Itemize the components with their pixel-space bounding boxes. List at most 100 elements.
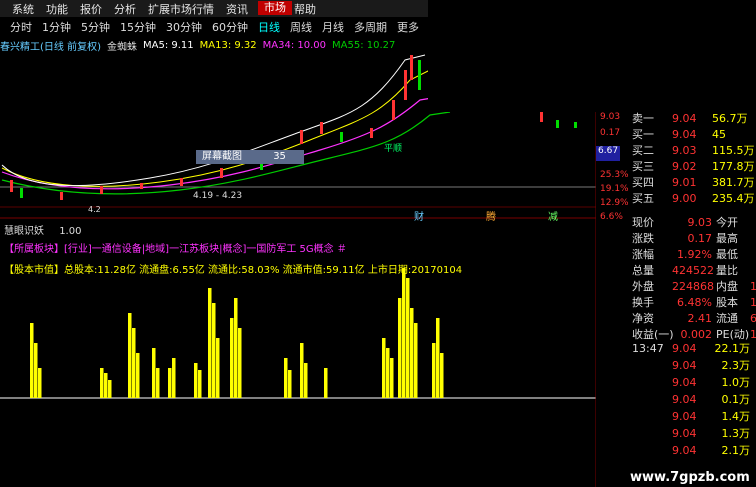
quote-key-2: 今开 — [716, 216, 738, 229]
tick-row-4: 9.041.4万B — [632, 408, 756, 423]
event-marker-reduce[interactable]: 减 — [548, 208, 558, 223]
ob-volume: 115.5万 — [712, 144, 755, 157]
ob-label: 买二 — [632, 144, 654, 157]
period-intraday[interactable]: 分时 — [10, 19, 32, 35]
event-marker-finance[interactable]: 财 — [414, 208, 424, 223]
screenshot-label-box: 屏幕截图 35 — [196, 150, 304, 164]
menu-function[interactable]: 功能 — [46, 1, 68, 17]
signal-bar-32 — [410, 308, 414, 398]
signal-bar-14 — [198, 370, 202, 398]
quote-row-2: 涨幅 1.92% 最低 — [632, 246, 750, 261]
signal-bar-3 — [100, 368, 104, 398]
signal-bar-19 — [234, 298, 238, 398]
quote-value: 1.92% — [677, 248, 712, 261]
tick-price: 9.04 — [672, 410, 697, 423]
screenshot-label: 屏幕截图 — [202, 151, 242, 162]
axis-pct-4: 6.6% — [600, 212, 623, 222]
tick-row-2: 9.041.0万B — [632, 374, 756, 389]
menu-extended-market[interactable]: 扩展市场行情 — [148, 1, 214, 17]
ob-price: 9.04 — [672, 112, 697, 125]
signal-bar-24 — [304, 363, 308, 398]
signal-bar-12 — [172, 358, 176, 398]
tick-row-6: 9.042.1万B — [632, 442, 756, 457]
ob-price: 9.02 — [672, 160, 697, 173]
ob-price: 9.03 — [672, 144, 697, 157]
ma13-line — [1, 69, 431, 187]
ob-volume: 177.8万 — [712, 160, 755, 173]
ob-label: 买五 — [632, 192, 654, 205]
quote-key: 涨跌 — [632, 232, 654, 245]
orderbook-row-5: 买五 9.00 235.4万 — [632, 190, 755, 205]
menu-system[interactable]: 系统 — [12, 1, 34, 17]
ma5-value: MA5: 9.11 — [142, 39, 194, 51]
quote-key-2: 流通 — [716, 312, 738, 325]
quote-key-2: 最低 — [716, 248, 738, 261]
price-range-label: 4.19 - 4.23 — [193, 191, 243, 201]
signal-bar-2 — [38, 368, 42, 398]
tick-volume: 22.1万 — [714, 342, 751, 355]
tick-volume: 2.3万 — [721, 359, 751, 372]
period-weekly[interactable]: 周线 — [290, 19, 312, 35]
ma-legend: 春兴精工(日线 前复权) 金蜘蛛 MA5: 9.11 MA13: 9.32 MA… — [0, 38, 401, 53]
axis-0-17: 0.17 — [600, 128, 621, 138]
tick-price: 9.04 — [672, 444, 697, 457]
orderbook-row-0: 卖一 9.04 56.7万 — [632, 110, 748, 125]
menu-quote[interactable]: 报价 — [80, 1, 102, 17]
period-monthly[interactable]: 月线 — [322, 19, 344, 35]
ob-volume: 235.4万 — [712, 192, 755, 205]
indicator-value: 1.00 — [59, 226, 82, 237]
axis-9-03: 9.03 — [600, 112, 621, 122]
tick-volume: 1.4万 — [721, 410, 751, 423]
signal-bar-28 — [390, 358, 394, 398]
quote-value-2: 6.55 — [750, 312, 756, 325]
signal-bar-0 — [30, 323, 34, 398]
market-tab[interactable]: 市场 — [258, 1, 292, 15]
quote-row-1: 涨跌 0.17 最高 — [632, 230, 750, 245]
signal-bar-25 — [324, 368, 328, 398]
menu-analysis[interactable]: 分析 — [114, 1, 136, 17]
menu-news[interactable]: 资讯 — [226, 1, 248, 17]
axis-pct-1: 25.3% — [600, 170, 629, 180]
watermark: www.7gpzb.com — [630, 470, 750, 485]
tick-row-5: 9.041.3万B — [632, 425, 756, 440]
quote-row-3: 总量 424522 量比 — [632, 262, 750, 277]
signal-bar-4 — [104, 373, 108, 398]
quote-value: 224868 — [672, 280, 714, 293]
screenshot-value: 35 — [273, 151, 286, 162]
period-more-button[interactable]: 更多 — [397, 19, 419, 35]
signal-bar-30 — [402, 268, 406, 398]
quote-value: 6.48% — [677, 296, 712, 309]
period-30min[interactable]: 30分钟 — [166, 19, 202, 35]
period-1min[interactable]: 1分钟 — [42, 19, 71, 35]
quote-panel: 9.03 0.17 6.67 25.3% 19.1% 12.9% 6.6% 卖一… — [596, 112, 756, 487]
signal-bar-18 — [230, 318, 234, 398]
indicator-label[interactable]: 慧眼识妖 — [4, 226, 44, 237]
tick-price: 9.04 — [672, 376, 697, 389]
capital-info: 【股本市值】总股本:11.28亿 流通盘:6.55亿 流通比:58.03% 流通… — [4, 265, 463, 276]
axis-current: 6.67 — [596, 146, 621, 161]
indicator-name[interactable]: 金蜘蛛 — [107, 38, 137, 53]
tick-volume: 2.1万 — [721, 444, 751, 457]
quote-value: 9.03 — [687, 216, 713, 229]
signal-label: 平顺 — [384, 144, 403, 154]
ob-label: 买四 — [632, 176, 654, 189]
signal-bar-13 — [194, 363, 198, 398]
ob-price: 9.04 — [672, 128, 697, 141]
tick-price: 9.04 — [672, 427, 697, 440]
signal-bar-11 — [168, 368, 172, 398]
period-5min[interactable]: 5分钟 — [81, 19, 110, 35]
period-daily[interactable]: 日线 — [258, 19, 280, 35]
quote-key-2: 内盘 — [716, 280, 738, 293]
menu-help[interactable]: 帮助 — [294, 1, 316, 17]
ma55-value: MA55: 10.27 — [332, 39, 396, 51]
ma34-value: MA34: 10.00 — [262, 39, 327, 51]
tick-volume: 1.3万 — [721, 427, 751, 440]
ob-volume: 56.7万 — [712, 112, 748, 125]
quote-key-2: 量比 — [716, 264, 738, 277]
signal-bar-5 — [108, 380, 112, 398]
event-marker-teng[interactable]: 腾 — [486, 208, 496, 223]
signal-bar-27 — [386, 348, 390, 398]
period-60min[interactable]: 60分钟 — [212, 19, 248, 35]
period-multi[interactable]: 多周期 — [354, 19, 387, 35]
period-15min[interactable]: 15分钟 — [120, 19, 156, 35]
